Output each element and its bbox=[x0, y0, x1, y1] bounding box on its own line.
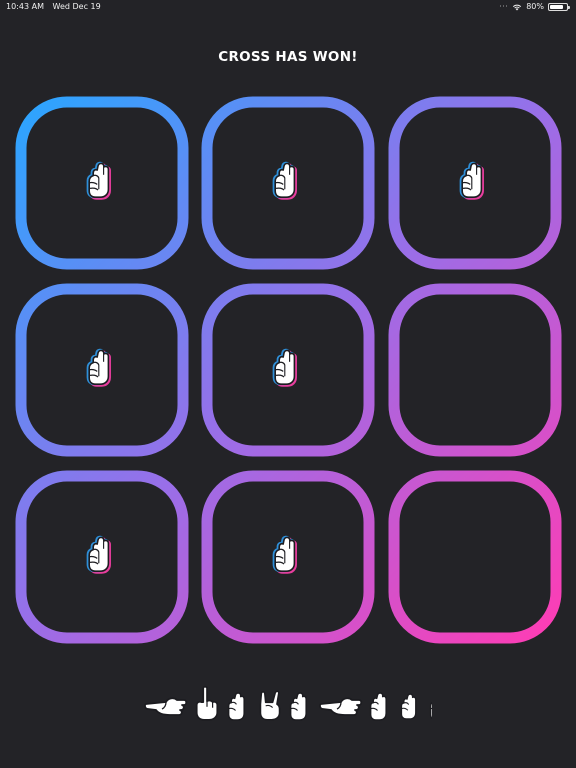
fist-hand-icon bbox=[429, 692, 432, 721]
board-cell-frame bbox=[388, 283, 562, 457]
sign-strip-items bbox=[144, 686, 432, 721]
fist-hand-icon bbox=[289, 692, 307, 721]
hand-sign-icon bbox=[86, 535, 112, 574]
sign-strip bbox=[144, 686, 432, 721]
board-cell-1-3[interactable] bbox=[388, 96, 562, 270]
game-board bbox=[15, 96, 562, 644]
index-up-hand-icon bbox=[195, 686, 219, 721]
board-cell-3-1[interactable] bbox=[15, 470, 189, 644]
pointing-hand-icon bbox=[144, 697, 188, 716]
fist-hand-icon bbox=[227, 692, 245, 721]
hand-sign-icon bbox=[272, 161, 298, 200]
pointing-hand-icon bbox=[319, 697, 363, 716]
thumb-hand-icon bbox=[400, 693, 417, 720]
board-cell-3-3[interactable] bbox=[388, 470, 562, 644]
horns-hand-icon bbox=[259, 690, 281, 721]
hand-sign-icon bbox=[459, 161, 485, 200]
hand-sign-icon bbox=[86, 348, 112, 387]
board-cell-1-1[interactable] bbox=[15, 96, 189, 270]
board-cell-3-2[interactable] bbox=[201, 470, 375, 644]
board-cells bbox=[15, 96, 562, 644]
board-cell-frame bbox=[388, 470, 562, 644]
hand-sign-icon bbox=[272, 535, 298, 574]
hand-sign-icon bbox=[272, 348, 298, 387]
board-cell-2-1[interactable] bbox=[15, 283, 189, 457]
board-cell-2-2[interactable] bbox=[201, 283, 375, 457]
board-cell-2-3[interactable] bbox=[388, 283, 562, 457]
hand-sign-icon bbox=[86, 161, 112, 200]
fist-hand-icon bbox=[369, 692, 387, 721]
board-cell-1-2[interactable] bbox=[201, 96, 375, 270]
